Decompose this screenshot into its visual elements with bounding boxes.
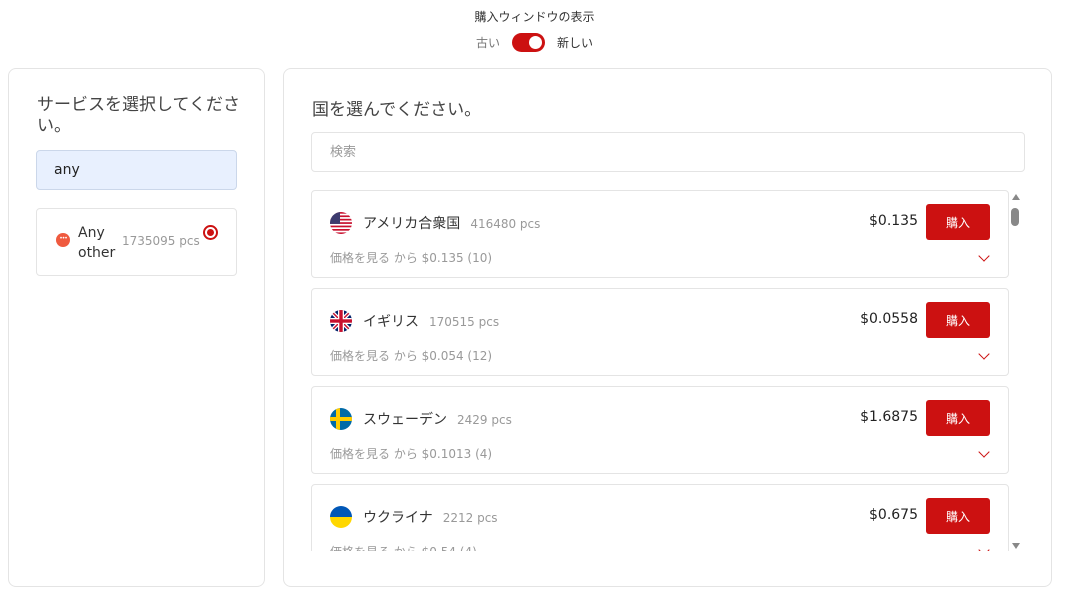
buy-button[interactable]: 購入 [926,204,990,240]
country-count: 2212 pcs [442,511,498,525]
toggle-new-label: 新しい [557,36,594,50]
service-panel-title: サービスを選択してください。 [37,95,240,136]
service-panel: サービスを選択してください。 Any other 1735095 pcs [8,68,265,587]
service-selected-radio[interactable] [203,225,218,240]
country-card-usa: アメリカ合衆国 416480 pcs $0.135 購入 価格を見る から $0.… [311,190,1009,278]
toggle-row: 古い 新しい [0,33,1069,52]
buy-button[interactable]: 購入 [926,498,990,534]
view-prices-link[interactable]: 価格を見る から $0.135 (10) [330,249,492,266]
sweden-flag-icon [330,408,352,430]
scroll-up-arrow-icon[interactable] [1012,194,1020,200]
country-price: $0.675 [869,507,918,523]
chevron-down-icon[interactable] [978,446,990,458]
toggle-knob [529,36,542,49]
country-count: 416480 pcs [470,217,541,231]
country-card-ukraine: ウクライナ 2212 pcs $0.675 購入 価格を見る から $0.54 (… [311,484,1009,551]
country-list-scrollbar[interactable] [1010,194,1022,549]
country-panel: 国を選んでください。 アメリカ合衆国 416480 pcs $0.135 購入 価… [283,68,1052,587]
country-name-text: イギリス [363,314,419,330]
toggle-old-label: 古い [475,36,500,50]
country-count: 170515 pcs [429,315,500,329]
scrollbar-thumb[interactable] [1011,208,1019,226]
country-price: $1.6875 [860,409,918,425]
service-item-any-other[interactable]: Any other 1735095 pcs [36,208,237,276]
country-card-sweden: スウェーデン 2429 pcs $1.6875 購入 価格を見る から $0.10… [311,386,1009,474]
buy-button[interactable]: 購入 [926,302,990,338]
country-name-text: スウェーデン [363,412,447,428]
uk-flag-icon [330,310,352,332]
country-name: ウクライナ 2212 pcs [363,507,498,527]
country-price: $0.135 [869,213,918,229]
country-price: $0.0558 [860,311,918,327]
view-prices-link[interactable]: 価格を見る から $0.54 (4) [330,543,477,551]
country-list: アメリカ合衆国 416480 pcs $0.135 購入 価格を見る から $0.… [311,190,1011,551]
country-name: スウェーデン 2429 pcs [363,409,512,429]
dots-circle-icon [56,233,70,247]
country-search-input[interactable] [311,132,1025,172]
chevron-down-icon[interactable] [978,250,990,262]
country-card-uk: イギリス 170515 pcs $0.0558 購入 価格を見る から $0.05… [311,288,1009,376]
service-search-input[interactable] [36,150,237,190]
chevron-down-icon[interactable] [978,544,990,551]
us-flag-icon [330,212,352,234]
scroll-down-arrow-icon[interactable] [1012,543,1020,549]
toggle-title: 購入ウィンドウの表示 [474,10,595,24]
country-count: 2429 pcs [457,413,512,427]
purchase-window-toggle-area: 購入ウィンドウの表示 古い 新しい [0,0,1069,60]
service-name: Any other [78,225,116,261]
chevron-down-icon[interactable] [978,348,990,360]
country-name: イギリス 170515 pcs [363,311,499,331]
purchase-window-toggle-switch[interactable] [512,33,545,52]
view-prices-link[interactable]: 価格を見る から $0.1013 (4) [330,445,492,462]
country-name-text: アメリカ合衆国 [363,216,461,232]
country-name: アメリカ合衆国 416480 pcs [363,213,540,233]
country-panel-title: 国を選んでください。 [312,100,482,120]
ukraine-flag-icon [330,506,352,528]
service-count: 1735095 pcs [122,234,200,248]
view-prices-link[interactable]: 価格を見る から $0.054 (12) [330,347,492,364]
buy-button[interactable]: 購入 [926,400,990,436]
country-name-text: ウクライナ [363,510,433,526]
